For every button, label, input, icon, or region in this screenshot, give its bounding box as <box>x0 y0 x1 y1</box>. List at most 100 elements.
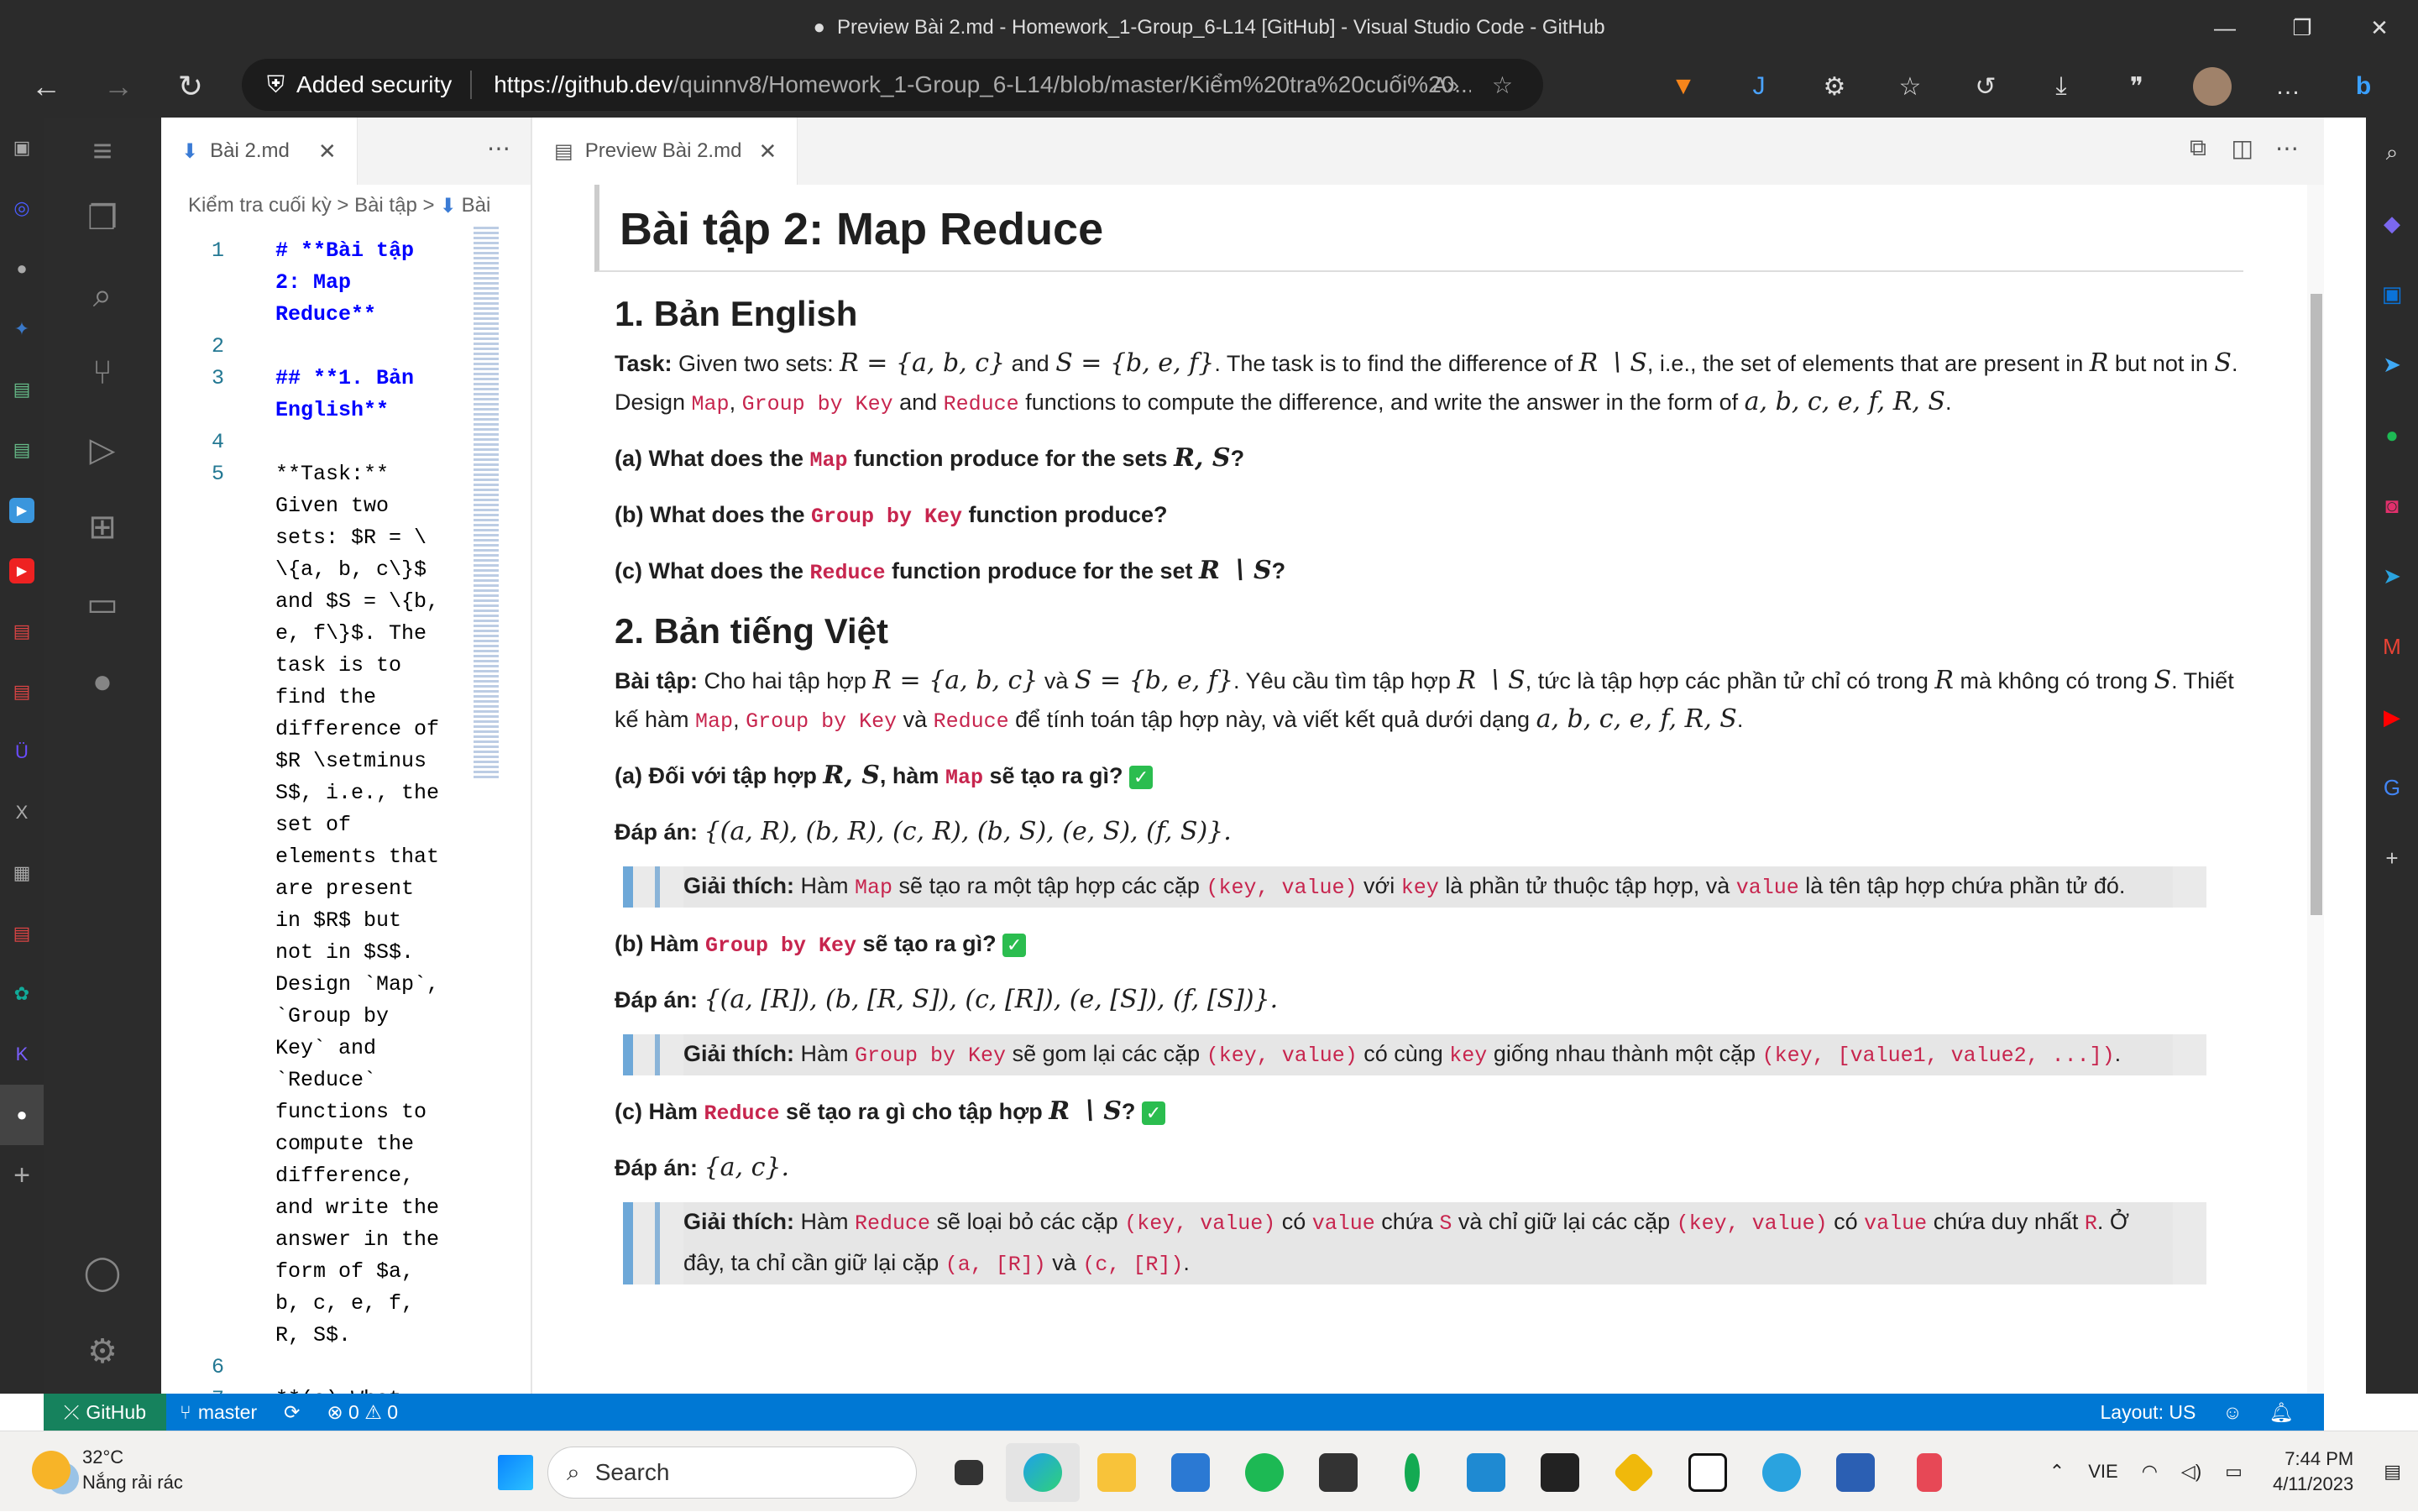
minimize-button[interactable]: — <box>2186 0 2264 55</box>
remote-explorer-icon[interactable]: ▭ <box>44 571 161 638</box>
start-button[interactable] <box>479 1443 552 1502</box>
tab-openai-icon[interactable]: ✿ <box>0 964 44 1024</box>
taskbar-search[interactable]: ⌕ Search <box>547 1447 917 1499</box>
mongodb-icon[interactable] <box>1375 1443 1449 1502</box>
search-icon[interactable]: ⌕ <box>44 262 161 329</box>
clock[interactable]: 7:44 PM 4/11/2023 <box>2254 1447 2372 1497</box>
search-icon[interactable]: ⌕ <box>2366 118 2418 188</box>
run-debug-icon[interactable]: ▷ <box>44 416 161 484</box>
telegram-icon[interactable]: ➤ <box>2366 541 2418 611</box>
tab-favicon-icon[interactable]: Ü <box>0 722 44 782</box>
spotify-app-icon[interactable] <box>1227 1443 1301 1502</box>
tab-github-icon[interactable]: ● <box>0 1085 44 1145</box>
vscode-app-icon[interactable] <box>1449 1443 1523 1502</box>
extensions-icon[interactable]: ⊞ <box>44 494 161 561</box>
new-tab-icon[interactable]: + <box>0 1145 44 1206</box>
scrollbar-thumb[interactable] <box>2311 294 2322 915</box>
tab-favicon-icon[interactable]: ▤ <box>0 359 44 420</box>
notifications-icon[interactable]: 🔔︎ <box>2256 1401 2307 1424</box>
open-source-icon[interactable]: ⧉ <box>2190 134 2206 162</box>
copilot-icon[interactable]: ◆ <box>2366 188 2418 259</box>
tab-pdf-icon[interactable]: ▤ <box>0 662 44 722</box>
restore-button[interactable]: ❐ <box>2264 0 2341 55</box>
tab-pdf-icon[interactable]: ▤ <box>0 601 44 662</box>
refresh-button[interactable]: ↻ <box>165 60 217 112</box>
code-line[interactable]: # **Bài tập 2: Map Reduce** <box>275 235 452 331</box>
feedback-icon[interactable]: ☺ <box>2209 1401 2255 1424</box>
language-indicator[interactable]: VIE <box>2076 1461 2129 1483</box>
source-control-icon[interactable]: ⑂ <box>44 339 161 406</box>
problems-indicator[interactable]: ⊗ 0 ⚠ 0 <box>313 1401 411 1424</box>
bing-icon[interactable]: b <box>2326 72 2401 101</box>
snipping-tool-icon[interactable] <box>1892 1443 1966 1502</box>
tab-preview[interactable]: ▤ Preview Bài 2.md ✕ <box>534 118 798 185</box>
volume-icon[interactable]: ◁) <box>2169 1461 2213 1483</box>
outlook-icon[interactable]: ▣ <box>2366 259 2418 329</box>
remote-indicator[interactable]: ⤫ GitHub <box>44 1394 166 1431</box>
history-icon[interactable]: ↺ <box>1948 72 2023 102</box>
translate-icon[interactable]: G <box>2366 752 2418 823</box>
account-icon[interactable]: ◯ <box>44 1239 161 1306</box>
send-icon[interactable]: ➤ <box>2366 329 2418 400</box>
binance-icon[interactable] <box>1597 1443 1671 1502</box>
close-button[interactable]: ✕ <box>2341 0 2418 55</box>
address-bar[interactable]: ⛨ Added security https://github.dev/quinn… <box>242 59 1543 111</box>
sync-icon[interactable]: ⟳ <box>270 1401 313 1424</box>
tab-actions-icon[interactable]: ▣ <box>0 118 44 178</box>
extensions-icon[interactable]: ⚙ <box>1797 72 1872 102</box>
close-tab-icon[interactable]: ✕ <box>318 139 337 165</box>
tab-favicon-icon[interactable]: K <box>0 1024 44 1085</box>
store-icon[interactable] <box>1154 1443 1227 1502</box>
terminal-icon[interactable] <box>1301 1443 1375 1502</box>
forward-button[interactable]: → <box>92 60 144 112</box>
tab-favicon-icon[interactable]: ◎ <box>0 178 44 238</box>
download-icon[interactable]: ⤓ <box>2023 72 2099 101</box>
tab-youtube-icon[interactable]: ▶ <box>0 541 44 601</box>
back-button[interactable]: ← <box>20 60 72 112</box>
profile-avatar[interactable] <box>2193 67 2232 106</box>
chevron-up-icon[interactable]: ⌃ <box>2038 1461 2076 1483</box>
read-aloud-icon[interactable]: A» <box>1432 72 1459 98</box>
notion-icon[interactable] <box>1671 1443 1745 1502</box>
tab-github-icon[interactable]: ● <box>0 238 44 299</box>
tab-pdf-icon[interactable]: ▤ <box>0 903 44 964</box>
word-icon[interactable] <box>1819 1443 1892 1502</box>
keyboard-layout[interactable]: Layout: US <box>2087 1401 2210 1424</box>
edge-app-icon[interactable] <box>1006 1443 1080 1502</box>
file-explorer-icon[interactable] <box>1080 1443 1154 1502</box>
instagram-icon[interactable]: ◙ <box>2366 470 2418 541</box>
code-line[interactable]: **Task:** Given two sets: $R = \ \{a, b,… <box>275 458 452 1352</box>
gmail-icon[interactable]: M <box>2366 611 2418 682</box>
tab-favicon-icon[interactable]: ✦ <box>0 299 44 359</box>
metamask-icon[interactable]: ▼ <box>1646 72 1721 101</box>
markdown-preview[interactable]: Bài tập 2: Map Reduce 1. Bản English Tas… <box>534 185 2324 1394</box>
branch-indicator[interactable]: ⑂ master <box>166 1401 270 1424</box>
youtube-icon[interactable]: ▶ <box>2366 682 2418 752</box>
github-icon[interactable]: ● <box>44 648 161 715</box>
settings-gear-icon[interactable]: ⚙ <box>44 1318 161 1385</box>
tab-favicon-icon[interactable]: ▤ <box>0 420 44 480</box>
quote-icon[interactable]: ❞ <box>2099 72 2175 102</box>
url-text[interactable]: https://github.dev/quinnv8/Homework_1-Gr… <box>472 71 1471 98</box>
menu-icon[interactable]: ≡ <box>44 118 161 185</box>
add-icon[interactable]: + <box>2366 823 2418 893</box>
favorites-icon[interactable]: ☆ <box>1872 72 1948 102</box>
tab-bai2-md[interactable]: ⬇ Bài 2.md ✕ <box>161 118 358 185</box>
weather-widget[interactable]: 32°C Nắng rải rác <box>32 1445 183 1495</box>
add-favorite-icon[interactable]: ☆ <box>1492 71 1513 99</box>
spotify-icon[interactable]: ● <box>2366 400 2418 470</box>
typora-icon[interactable] <box>1523 1443 1597 1502</box>
explorer-icon[interactable]: ❐ <box>44 185 161 252</box>
extension-j-icon[interactable]: J <box>1721 72 1797 101</box>
more-actions-icon[interactable]: ⋯ <box>487 134 510 162</box>
tab-x-icon[interactable]: X <box>0 782 44 843</box>
close-tab-icon[interactable]: ✕ <box>758 139 777 165</box>
task-view-icon[interactable] <box>932 1443 1006 1502</box>
tab-favicon-icon[interactable]: ▦ <box>0 843 44 903</box>
preview-scrollbar[interactable] <box>2307 185 2324 1394</box>
split-editor-icon[interactable]: ◫ <box>2232 134 2253 162</box>
minimap[interactable] <box>474 227 499 781</box>
more-actions-icon[interactable]: ⋯ <box>2275 134 2299 162</box>
breadcrumb[interactable]: Kiểm tra cuối kỳ > Bài tập > ⬇ Bài <box>161 185 531 227</box>
tab-vscode-icon[interactable]: ▶ <box>0 480 44 541</box>
